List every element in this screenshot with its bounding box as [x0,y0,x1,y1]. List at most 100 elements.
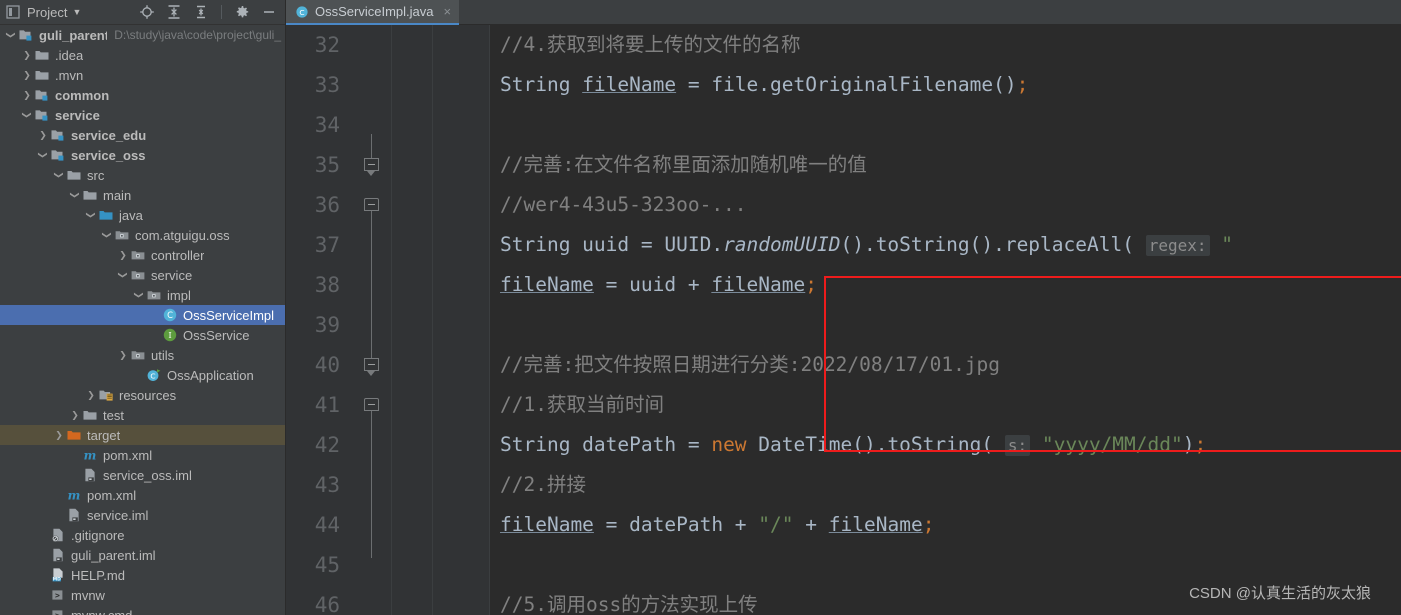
chevron-right-icon[interactable]: ❯ [84,385,98,405]
line-number: 42 [314,433,340,457]
fold-toggle-icon[interactable] [364,198,379,211]
fold-region-line [371,411,372,558]
tree-node-mvnw[interactable]: > mvnw [0,585,285,605]
chevron-down-icon[interactable]: ❯ [33,148,53,162]
tree-node-common[interactable]: ❯ common [0,85,285,105]
tree-node-main[interactable]: ❯ main [0,185,285,205]
project-view-icon [6,5,20,19]
tree-node-help-md[interactable]: MD HELP.md [0,565,285,585]
chevron-down-icon[interactable]: ❯ [17,108,37,122]
fold-end-arrow[interactable] [367,371,375,376]
tree-node-service-oss-iml[interactable]: service_oss.iml [0,465,285,485]
tree-node-service-iml[interactable]: service.iml [0,505,285,525]
code-line[interactable]: String fileName = file.getOriginalFilena… [490,65,1401,105]
code-line[interactable]: //4.获取到将要上传的文件的名称 [490,25,1401,65]
tree-node-service[interactable]: ❯ service [0,265,285,285]
fold-toggle-icon[interactable] [364,398,379,411]
chevron-down-icon[interactable]: ❯ [1,28,21,42]
fold-toggle-icon[interactable] [364,358,379,371]
locate-icon[interactable] [139,4,155,20]
line-number-column: 3233343536373839404142434445464748495051 [286,25,344,615]
code-line[interactable]: //完善:在文件名称里面添加随机唯一的值 [490,145,1401,185]
tree-node-impl[interactable]: ❯ impl [0,285,285,305]
chevron-right-icon[interactable]: ❯ [116,245,130,265]
chevron-down-icon[interactable]: ❯ [97,228,117,242]
code-line[interactable]: //1.获取当前时间 [490,385,1401,425]
fold-toggle-icon[interactable] [364,158,379,171]
chevron-down-icon[interactable]: ❯ [81,208,101,222]
tree-node-label: test [103,407,124,423]
tree-node-guli-parent-iml[interactable]: guli_parent.iml [0,545,285,565]
project-panel-title-group[interactable]: Project ▼ [6,4,81,20]
collapse-all-icon[interactable] [166,4,182,20]
tree-node-label: utils [151,347,175,363]
tree-node-ossservice[interactable]: I OssService [0,325,285,345]
chevron-right-icon[interactable]: ❯ [20,65,34,85]
editor-tab-ossserviceimpl[interactable]: C OssServiceImpl.java × [286,0,460,25]
chevron-right-icon[interactable]: ❯ [116,345,130,365]
tree-node-gitignore[interactable]: .gitignore [0,525,285,545]
gutter-separator-1 [391,25,392,615]
project-tree[interactable]: ❯ guli_parent D:\study\java\code\project\g… [0,25,285,615]
tree-node-ossapplication[interactable]: C OssApplication [0,365,285,385]
csdn-watermark: CSDN @认真生活的灰太狼 [1189,585,1371,602]
tree-node-idea[interactable]: ❯ .idea [0,45,285,65]
tree-node-service-oss[interactable]: ❯ service_oss [0,145,285,165]
tree-node-service[interactable]: ❯ service [0,105,285,125]
tree-node-ossserviceimpl[interactable]: C OssServiceImpl [0,305,285,325]
chevron-down-icon[interactable]: ❯ [65,188,85,202]
project-panel-label: Project [27,4,68,20]
tree-node-utils[interactable]: ❯ utils [0,345,285,365]
close-icon[interactable]: × [443,4,451,19]
chevron-down-icon[interactable]: ❯ [113,268,133,282]
iml-icon [53,548,63,562]
code-line[interactable]: String uuid = UUID.randomUUID().toString… [490,225,1401,265]
code-line[interactable]: //2.拼接 [490,465,1401,505]
line-number: 35 [314,153,340,177]
tree-node-controller[interactable]: ❯ controller [0,245,285,265]
tree-node-guli-parent[interactable]: ❯ guli_parent D:\study\java\code\project\g… [0,25,285,45]
chevron-right-icon[interactable]: ❯ [20,45,34,65]
tree-node-pom-xml[interactable]: m pom.xml [0,445,285,465]
code-line[interactable] [490,105,1401,145]
expand-all-icon[interactable] [193,4,209,20]
tree-node-resources[interactable]: ❯ resources [0,385,285,405]
code-line[interactable] [490,545,1401,585]
tree-node-pom-xml[interactable]: m pom.xml [0,485,285,505]
tree-node-mvn[interactable]: ❯ .mvn [0,65,285,85]
editor-gutter[interactable]: 3233343536373839404142434445464748495051 [286,25,490,615]
tree-node-mvnw-cmd[interactable]: > mvnw.cmd [0,605,285,615]
chevron-down-icon[interactable]: ❯ [49,168,69,182]
gear-icon[interactable] [234,4,250,20]
tree-node-com-atguigu-oss[interactable]: ❯ com.atguigu.oss [0,225,285,245]
tree-node-label: HELP.md [71,567,125,583]
chevron-right-icon[interactable]: ❯ [68,405,82,425]
tree-node-label: service [55,107,100,123]
code-line[interactable]: //完善:把文件按照日期进行分类:2022/08/17/01.jpg [490,345,1401,385]
folder-icon [35,71,49,80]
tree-node-test[interactable]: ❯ test [0,405,285,425]
chevron-down-icon[interactable]: ▼ [72,7,81,17]
tree-node-java[interactable]: ❯ java [0,205,285,225]
tree-node-target[interactable]: ❯ target [0,425,285,445]
gitignore-icon [52,528,63,542]
fold-end-arrow[interactable] [367,171,375,176]
editor-scroll-area[interactable]: 3233343536373839404142434445464748495051… [286,25,1401,615]
chevron-down-icon[interactable]: ❯ [129,288,149,302]
iml-icon [69,508,79,522]
svg-text:>: > [55,591,60,600]
chevron-right-icon[interactable]: ❯ [52,425,66,445]
code-line[interactable]: String datePath = new DateTime().toStrin… [490,425,1401,465]
tree-node-src[interactable]: ❯ src [0,165,285,185]
fold-marker-column[interactable] [362,25,382,615]
code-line[interactable]: fileName = uuid + fileName; [490,265,1401,305]
code-line[interactable]: fileName = datePath + "/" + fileName; [490,505,1401,545]
code-line[interactable]: //wer4-43u5-323oo-... [490,185,1401,225]
chevron-right-icon[interactable]: ❯ [36,125,50,145]
minimize-icon[interactable] [261,4,277,20]
tree-node-service-edu[interactable]: ❯ service_edu [0,125,285,145]
code-line[interactable] [490,305,1401,345]
code-content[interactable]: //4.获取到将要上传的文件的名称 String fileName = file.… [490,25,1401,615]
tree-node-label: guli_parent.iml [71,547,156,563]
chevron-right-icon[interactable]: ❯ [20,85,34,105]
